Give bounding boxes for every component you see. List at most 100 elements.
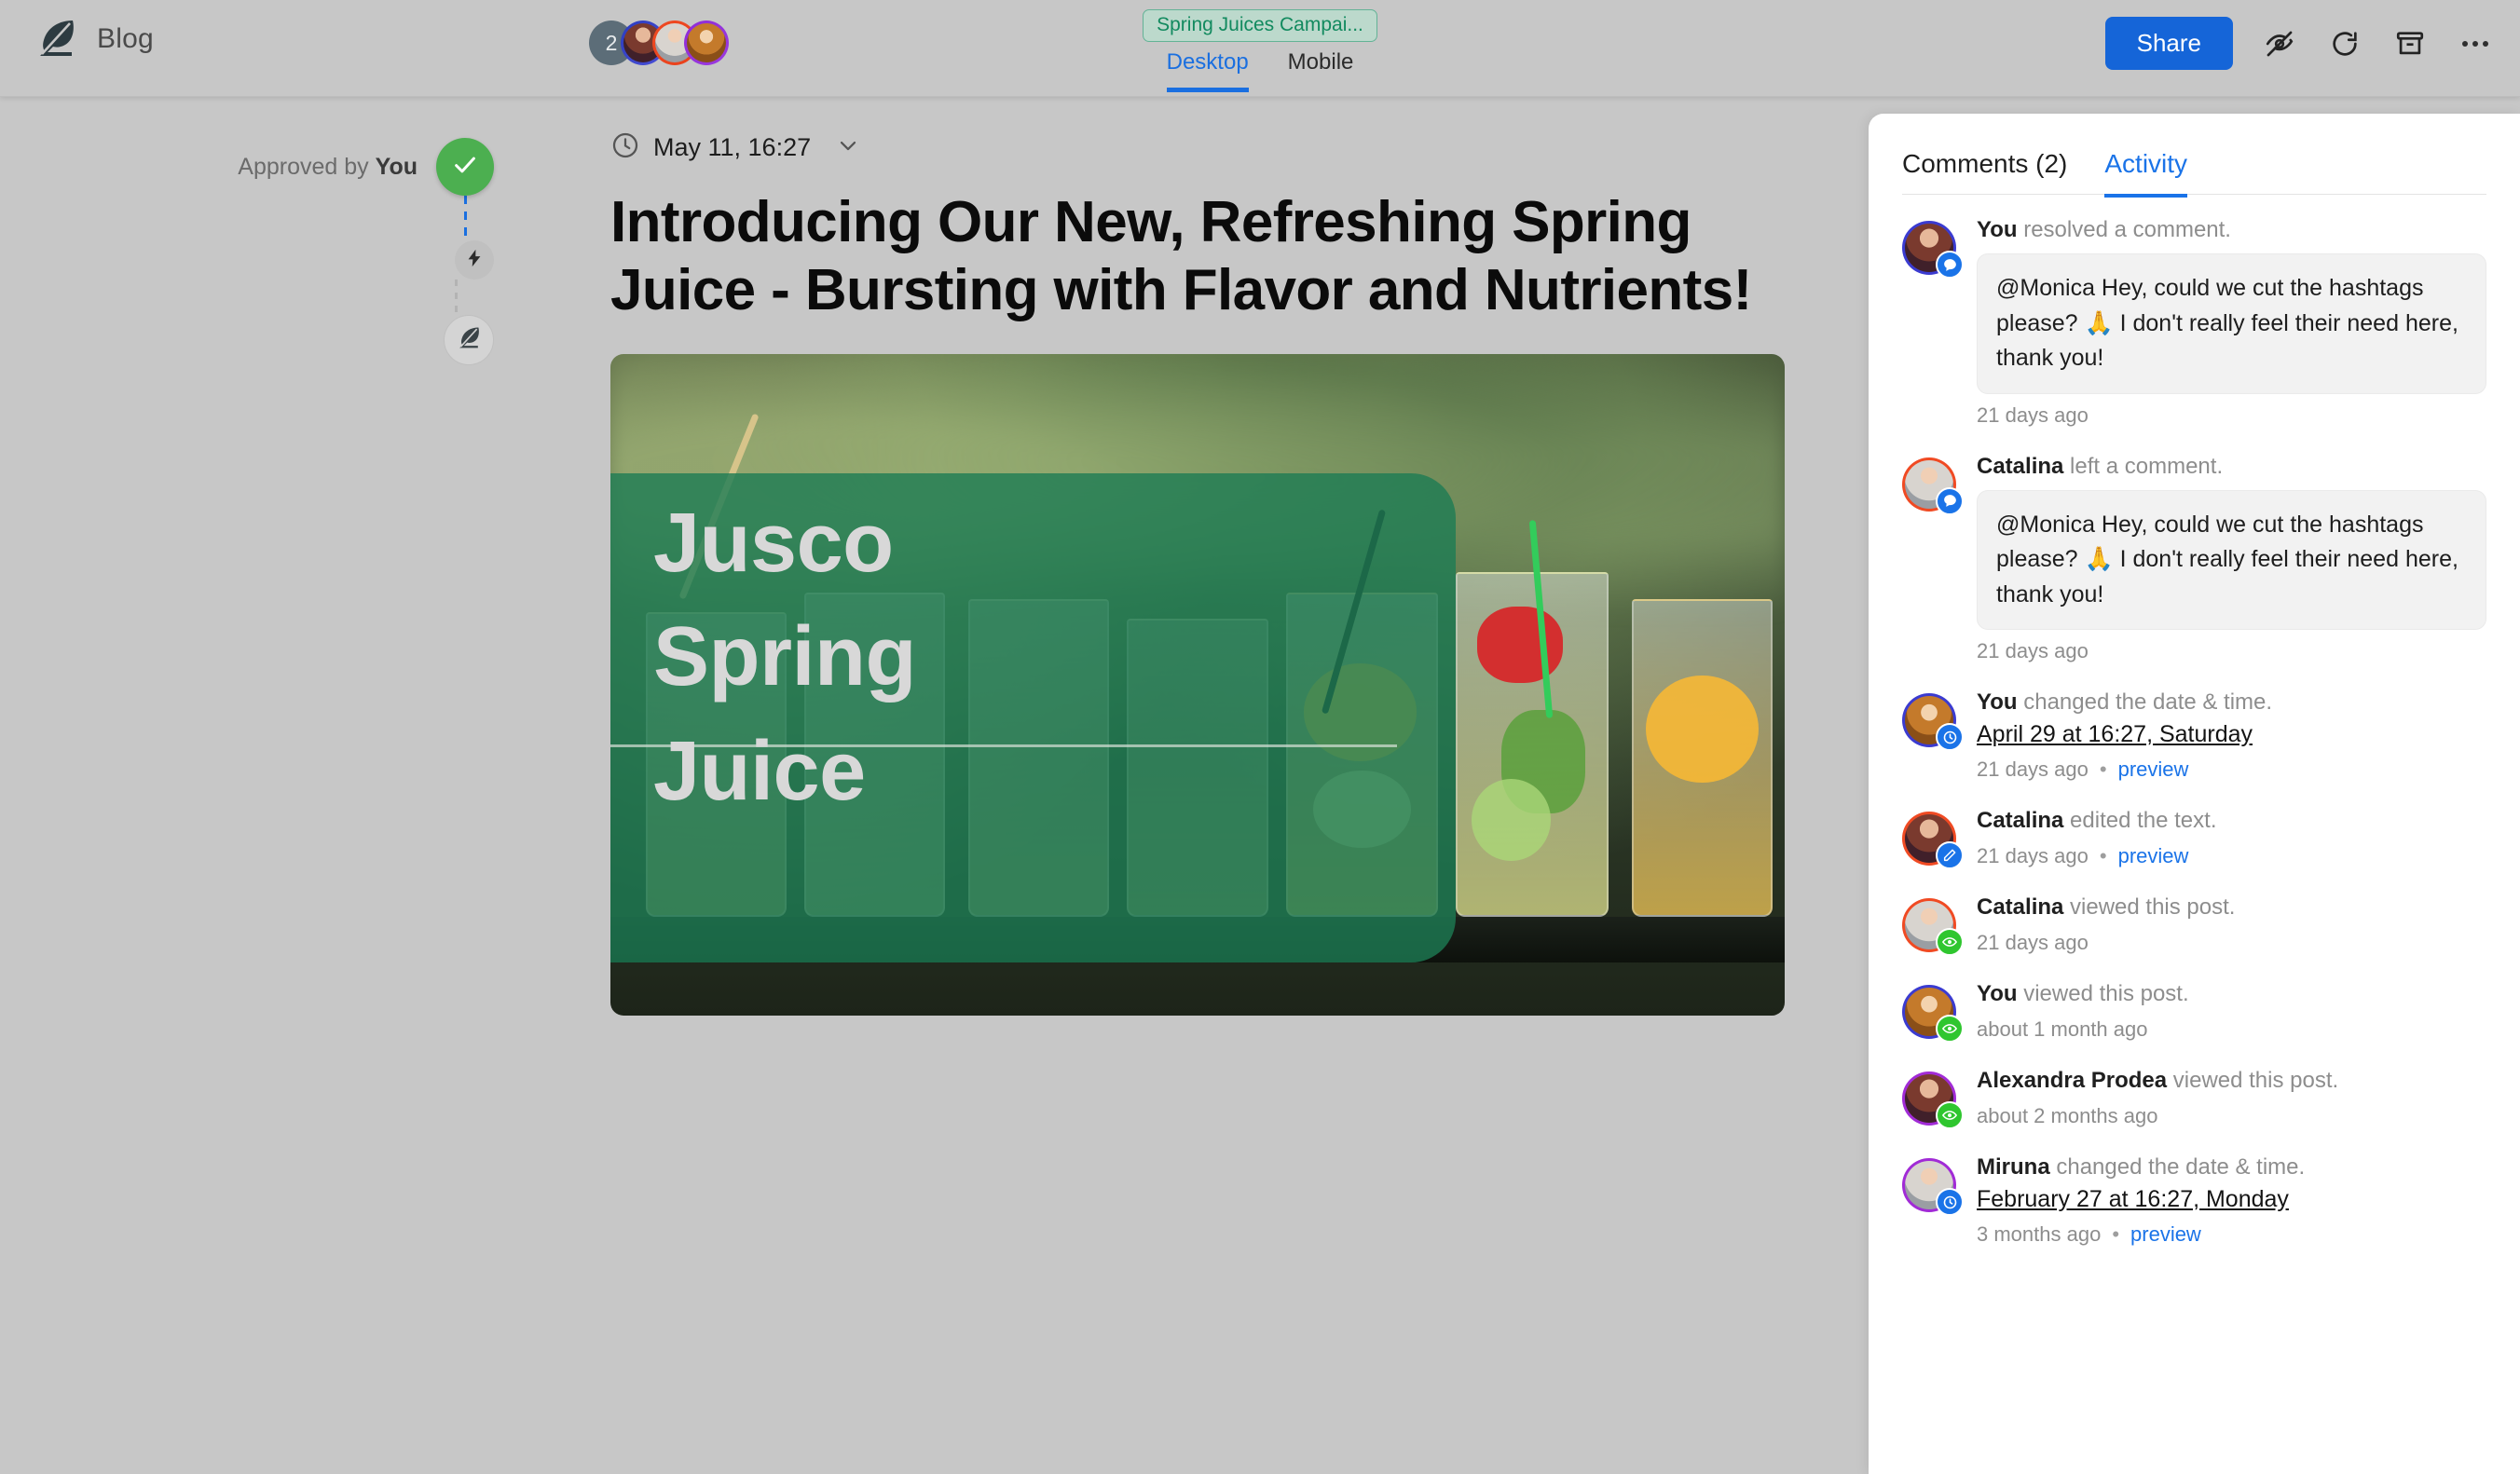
activity-actor: Miruna <box>1977 1154 2050 1181</box>
activity-action: changed the date & time. <box>2017 689 2273 716</box>
avatar[interactable] <box>1902 221 1964 279</box>
activity-time: about 2 months ago <box>1977 1104 2158 1128</box>
clock-icon <box>610 130 640 165</box>
activity-headline: Catalina edited the text. <box>1977 806 2486 835</box>
avatar[interactable] <box>1902 457 1964 515</box>
activity-headline: You viewed this post. <box>1977 979 2486 1008</box>
avatar[interactable] <box>1902 693 1964 752</box>
activity-headline: Alexandra Prodea viewed this post. <box>1977 1066 2486 1095</box>
view-mode-tabs: Desktop Mobile <box>1166 49 1354 93</box>
comment-badge-icon <box>1936 486 1964 515</box>
activity-item: Catalina viewed this post. 21 days ago <box>1902 893 2486 956</box>
chevron-down-icon[interactable] <box>835 132 861 163</box>
pencil-badge-icon <box>1936 840 1964 869</box>
automation-node[interactable] <box>455 240 494 280</box>
activity-meta: 3 months ago • preview <box>1977 1222 2486 1247</box>
post-date-text: May 11, 16:27 <box>653 133 812 161</box>
overlay-line-2: Spring <box>653 610 917 704</box>
preview-link[interactable]: preview <box>2118 844 2189 868</box>
activity-body: Catalina left a comment. @Monica Hey, cou… <box>1977 452 2486 664</box>
preview-link[interactable]: preview <box>2130 1222 2201 1247</box>
clock-badge-icon <box>1936 723 1964 752</box>
campaign-chip[interactable]: Spring Juices Campai... <box>1143 9 1377 42</box>
activity-headline: Catalina viewed this post. <box>1977 893 2486 921</box>
activity-item: You changed the date & time. April 29 at … <box>1902 688 2486 781</box>
approval-rail: Approved by You <box>205 138 494 365</box>
rail-connector-approved-to-auto <box>464 196 467 240</box>
activity-body: Catalina viewed this post. 21 days ago <box>1977 893 2486 955</box>
clock-badge-icon <box>1936 1188 1964 1217</box>
activity-actor: Alexandra Prodea <box>1977 1068 2168 1094</box>
tab-comments[interactable]: Comments (2) <box>1902 149 2067 198</box>
activity-time: about 1 month ago <box>1977 1017 2148 1042</box>
activity-body: You changed the date & time. April 29 at … <box>1977 688 2486 781</box>
activity-meta: about 1 month ago <box>1977 1017 2486 1042</box>
panel-tabs: Comments (2) Activity <box>1869 114 2520 198</box>
eye-badge-icon <box>1936 927 1964 956</box>
activity-body: Miruna changed the date & time. February … <box>1977 1153 2486 1246</box>
comment-bubble: @Monica Hey, could we cut the hashtags p… <box>1977 253 2486 394</box>
approval-label: Approved by You <box>238 154 418 181</box>
avatar[interactable] <box>1902 984 1964 1043</box>
eye-off-icon[interactable] <box>2261 25 2298 62</box>
archive-icon[interactable] <box>2391 25 2429 62</box>
activity-action: left a comment. <box>2063 453 2224 479</box>
meta-separator: • <box>2099 757 2107 781</box>
activity-actor: You <box>1977 689 2018 716</box>
image-overlay-text: Jusco Spring Juice <box>653 486 1381 828</box>
draft-node[interactable] <box>444 315 494 365</box>
app-header: Blog 2 Spring Juices Campai... Desktop M… <box>0 0 2520 97</box>
eye-badge-icon <box>1936 1101 1964 1130</box>
avatar[interactable] <box>1902 1158 1964 1217</box>
activity-item: Miruna changed the date & time. February … <box>1902 1153 2486 1246</box>
activity-meta: 21 days ago <box>1977 931 2486 955</box>
activity-body: You viewed this post. about 1 month ago <box>1977 979 2486 1042</box>
activity-headline: Catalina left a comment. <box>1977 452 2486 481</box>
eye-badge-icon <box>1936 1014 1964 1043</box>
activity-item: Alexandra Prodea viewed this post. about … <box>1902 1066 2486 1130</box>
meta-separator: • <box>2112 1222 2120 1246</box>
activity-headline: You resolved a comment. <box>1977 215 2486 244</box>
tab-desktop[interactable]: Desktop <box>1166 49 1249 93</box>
post-image[interactable]: Jusco Spring Juice <box>610 354 1785 1017</box>
activity-action: viewed this post. <box>2017 980 2189 1006</box>
activity-item: Catalina left a comment. @Monica Hey, cou… <box>1902 452 2486 664</box>
refresh-icon[interactable] <box>2326 25 2363 62</box>
activity-date-link[interactable]: February 27 at 16:27, Monday <box>1977 1186 2486 1213</box>
header-actions: Share <box>2104 17 2494 70</box>
activity-headline: Miruna changed the date & time. <box>1977 1153 2486 1181</box>
activity-actor: You <box>1977 217 2018 242</box>
activity-feed: You resolved a comment. @Monica Hey, coul… <box>1869 195 2520 1247</box>
post-schedule-row[interactable]: May 11, 16:27 <box>610 130 1785 165</box>
activity-meta: 21 days ago • preview <box>1977 757 2486 782</box>
activity-date-link[interactable]: April 29 at 16:27, Saturday <box>1977 721 2486 748</box>
comment-badge-icon <box>1936 251 1964 279</box>
approval-label-actor: You <box>375 153 418 180</box>
activity-item: Catalina edited the text. 21 days ago • pre… <box>1902 806 2486 869</box>
avatar[interactable] <box>1902 811 1964 869</box>
activity-body: Alexandra Prodea viewed this post. about … <box>1977 1066 2486 1128</box>
overlay-line-1: Jusco <box>653 497 894 591</box>
approved-node[interactable] <box>436 138 494 196</box>
activity-body: You resolved a comment. @Monica Hey, coul… <box>1977 215 2486 428</box>
avatar[interactable] <box>1902 897 1964 956</box>
post-title: Introducing Our New, Refreshing Spring J… <box>610 190 1752 322</box>
check-icon <box>451 151 479 184</box>
activity-actor: Catalina <box>1977 894 2064 920</box>
share-button[interactable]: Share <box>2104 17 2233 70</box>
overlay-line-3: Juice <box>653 724 866 818</box>
tab-activity[interactable]: Activity <box>2104 149 2188 198</box>
activity-actor: Catalina <box>1977 807 2064 833</box>
tab-mobile[interactable]: Mobile <box>1288 49 1354 92</box>
activity-time: 21 days ago <box>1977 403 2089 427</box>
more-options-icon[interactable] <box>2457 25 2494 62</box>
activity-actor: You <box>1977 980 2018 1006</box>
activity-action: edited the text. <box>2063 807 2217 833</box>
lightning-icon <box>464 248 485 273</box>
activity-meta: 21 days ago <box>1977 639 2486 663</box>
preview-link[interactable]: preview <box>2118 757 2189 782</box>
juice-jar <box>1632 598 1774 917</box>
avatar[interactable] <box>1902 1071 1964 1130</box>
activity-meta: about 2 months ago <box>1977 1104 2486 1128</box>
activity-time: 21 days ago <box>1977 930 2089 954</box>
